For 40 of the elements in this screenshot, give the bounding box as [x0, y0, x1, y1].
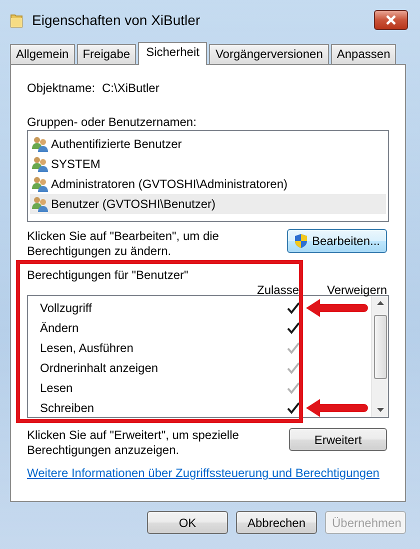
scroll-down-icon[interactable] [376, 408, 384, 412]
list-label: Gruppen- oder Benutzernamen: [27, 114, 198, 130]
list-item[interactable]: SYSTEM [30, 154, 386, 174]
close-button[interactable] [374, 10, 408, 30]
users-icon [32, 156, 49, 172]
dialog-button[interactable]: OK [147, 511, 228, 534]
window-title: Eigenschaften von XiButler [32, 10, 200, 30]
column-header: Zulasse [257, 282, 300, 299]
permission-name: Schreiben [39, 400, 96, 417]
field-value: C:\XiButler [102, 80, 160, 97]
tab[interactable]: Anpassen [330, 44, 396, 64]
close-icon [385, 15, 397, 25]
list-item[interactable]: Administratoren (GVTOSHI\Administratoren) [30, 174, 386, 194]
tab[interactable]: Freigabe [76, 44, 136, 64]
tab[interactable]: Vorgängerversionen [209, 44, 329, 64]
list-item[interactable]: Benutzer (GVTOSHI\Benutzer) [30, 194, 386, 214]
advanced-button[interactable]: Erweitert [289, 428, 387, 451]
hint-text: Klicken Sie auf "Bearbeiten", um die Berechtigungen zu ändern. [27, 229, 220, 260]
users-icon [32, 176, 49, 192]
permission-name: Lesen, Ausführen [39, 340, 134, 357]
users-icon [32, 196, 49, 212]
section-label: Berechtigungen für "Benutzer" [27, 269, 188, 281]
tab[interactable]: Sicherheit [138, 42, 208, 65]
shield-icon [294, 233, 308, 249]
hint-text: Klicken Sie auf "Erweitert", um spezielle Berechtigungen anzuzeigen. [27, 428, 240, 459]
folder-icon [10, 12, 24, 28]
permission-name: Ordnerinhalt anzeigen [39, 360, 160, 377]
dialog-button[interactable]: Abbrechen [236, 511, 317, 534]
permission-name: Ändern [39, 320, 80, 337]
edit-button[interactable]: Bearbeiten... [286, 229, 387, 253]
tab[interactable]: Allgemein [10, 44, 75, 64]
permission-name: Lesen [39, 380, 74, 397]
users-icon [32, 136, 49, 152]
help-link[interactable]: Weitere Informationen über Zugriffssteuerung und Berechtigungen [27, 466, 380, 480]
field-label: Objektname: [27, 80, 96, 97]
permission-name: Vollzugriff [39, 300, 93, 317]
scrollbar[interactable] [371, 296, 388, 417]
scroll-up-icon[interactable] [376, 301, 384, 305]
column-header: Verweigern [327, 282, 388, 299]
list-item[interactable]: Authentifizierte Benutzer [30, 134, 386, 154]
